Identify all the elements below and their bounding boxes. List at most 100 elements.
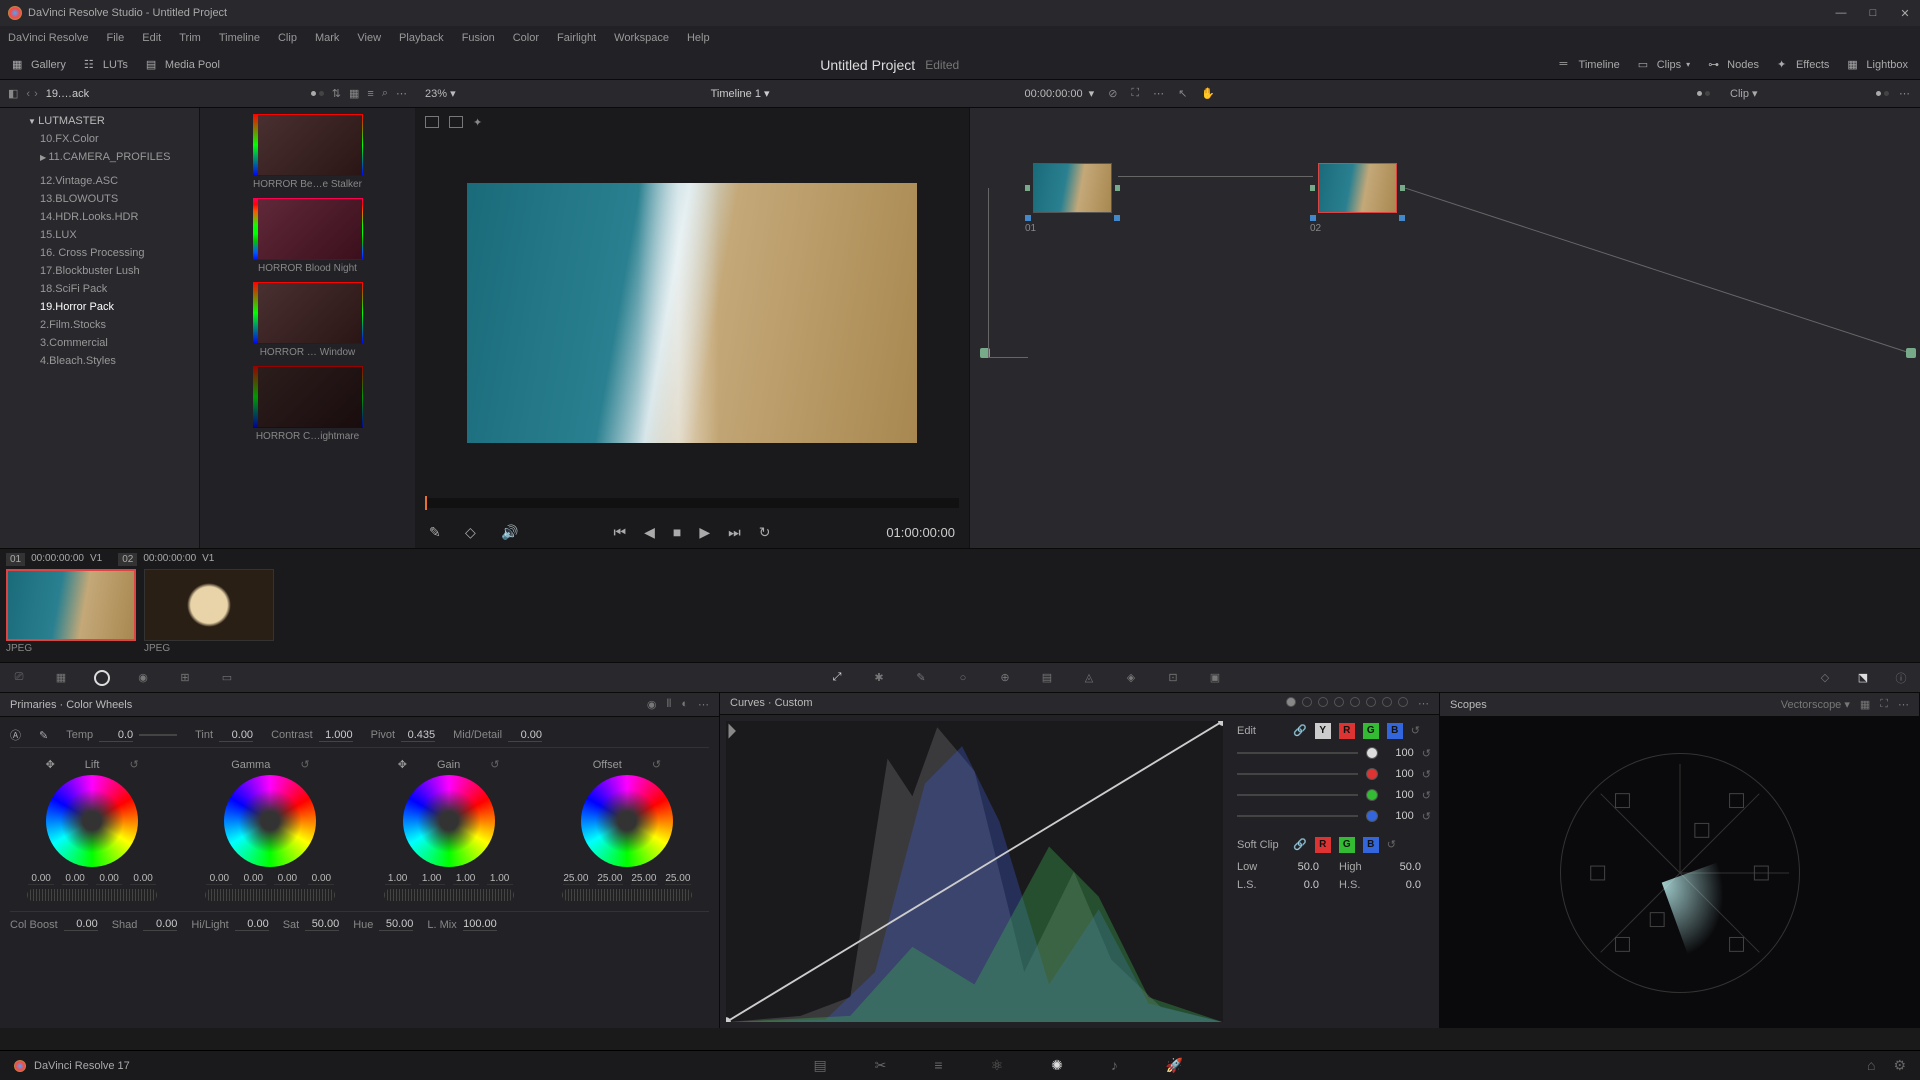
curve-mode-7[interactable]	[1382, 697, 1392, 707]
tree-item[interactable]: 18.SciFi Pack	[0, 280, 199, 298]
tool-hdr[interactable]: ◉	[134, 669, 152, 687]
mute-icon[interactable]: 🔊	[501, 524, 518, 541]
sat-value[interactable]: 50.00	[305, 918, 339, 931]
tool-blur[interactable]: ◬	[1080, 669, 1098, 687]
minimize-button[interactable]: —	[1834, 6, 1848, 20]
hand-icon[interactable]: ✋	[1201, 87, 1215, 100]
effects-button[interactable]: ✦Effects	[1777, 58, 1829, 72]
node-01[interactable]: 01	[1025, 163, 1120, 234]
tool-magic-mask[interactable]: ▤	[1038, 669, 1056, 687]
clip-thumb-1[interactable]	[6, 569, 136, 641]
tool-sizing[interactable]: ⊡	[1164, 669, 1182, 687]
page-edit[interactable]: ≡	[934, 1057, 942, 1074]
reset-b[interactable]: ↺	[1422, 810, 1431, 823]
tool-keyframe[interactable]: ◇	[1816, 669, 1834, 687]
magic-wand-icon[interactable]: ✦	[473, 116, 482, 129]
menu-color[interactable]: Color	[513, 32, 539, 44]
lightbox-button[interactable]: ▦Lightbox	[1847, 58, 1908, 72]
search-icon[interactable]: ⌕	[382, 87, 388, 100]
list-view-icon[interactable]: ≡	[367, 88, 373, 100]
menu-playback[interactable]: Playback	[399, 32, 444, 44]
pointer-icon[interactable]: ↖	[1178, 87, 1187, 100]
expand-icon[interactable]: ⛶	[1131, 87, 1139, 100]
tool-warper[interactable]: ✱	[870, 669, 888, 687]
contrast-value[interactable]: 1.000	[319, 729, 353, 742]
gain-wheel[interactable]	[403, 775, 495, 867]
page-fairlight[interactable]: ♪	[1111, 1057, 1118, 1074]
sc-reset[interactable]: ↺	[1387, 838, 1396, 851]
hilite-value[interactable]: 0.00	[235, 918, 269, 931]
sidebar-toggle-icon[interactable]: ◧	[8, 87, 18, 100]
menu-help[interactable]: Help	[687, 32, 710, 44]
gamma-wheel[interactable]	[224, 775, 316, 867]
slider-r[interactable]	[1237, 773, 1358, 775]
nav-back-button[interactable]: ‹	[26, 88, 30, 100]
tool-3d[interactable]: ▣	[1206, 669, 1224, 687]
wheels-mode-icon[interactable]: ◉	[647, 698, 657, 711]
edit-y-button[interactable]: Y	[1315, 723, 1331, 739]
luts-button[interactable]: ☷LUTs	[84, 58, 128, 72]
timecode-display[interactable]: 00:00:00:00 ▾	[1025, 87, 1095, 100]
tree-item[interactable]: 15.LUX	[0, 226, 199, 244]
tint-value[interactable]: 0.00	[219, 729, 253, 742]
middetail-value[interactable]: 0.00	[508, 729, 542, 742]
node-mode-selector[interactable]: Clip ▾	[1730, 87, 1758, 100]
auto-balance-icon[interactable]: Ⓐ	[10, 727, 21, 743]
tree-item[interactable]: 10.FX.Color	[0, 130, 199, 148]
curve-mode-5[interactable]	[1350, 697, 1360, 707]
tree-item[interactable]: 2.Film.Stocks	[0, 316, 199, 334]
menu-trim[interactable]: Trim	[179, 32, 201, 44]
step-back-button[interactable]: ◀	[644, 524, 655, 541]
tool-curves[interactable]: ⤢	[828, 669, 846, 687]
tool-tracker[interactable]: ⊕	[996, 669, 1014, 687]
hs-value[interactable]: 0.0	[1393, 879, 1421, 891]
edit-r-button[interactable]: R	[1339, 723, 1355, 739]
tree-item[interactable]: 4.Bleach.Styles	[0, 352, 199, 370]
primaries-more-icon[interactable]: ⋯	[698, 698, 709, 711]
more-icon[interactable]: ⋯	[396, 87, 407, 100]
offset-jog[interactable]	[562, 889, 692, 901]
slider-b[interactable]	[1237, 815, 1358, 817]
gamma-reset[interactable]: ↺	[300, 758, 309, 771]
tag-icon[interactable]: ◇	[465, 524, 476, 541]
ls-value[interactable]: 0.0	[1291, 879, 1319, 891]
menu-file[interactable]: File	[107, 32, 125, 44]
gain-reset[interactable]: ↺	[490, 758, 499, 771]
curves-more-icon[interactable]: ⋯	[1418, 697, 1429, 710]
lut-item[interactable]: HORROR Be…e Stalker	[206, 114, 409, 190]
tree-item[interactable]: 13.BLOWOUTS	[0, 190, 199, 208]
settings-icon[interactable]: ⚙	[1893, 1057, 1906, 1074]
high-value[interactable]: 50.0	[1393, 861, 1421, 873]
loop-button[interactable]: ↻	[759, 524, 771, 541]
sc-r-button[interactable]: R	[1315, 837, 1331, 853]
bypass-icon[interactable]: ⊘	[1108, 87, 1117, 100]
scope-layout-icon[interactable]: ▦	[1860, 698, 1870, 711]
lut-item[interactable]: HORROR C…ightmare	[206, 366, 409, 442]
viewer-image[interactable]	[467, 183, 917, 443]
menu-workspace[interactable]: Workspace	[614, 32, 669, 44]
tree-item[interactable]: 17.Blockbuster Lush	[0, 262, 199, 280]
tool-window[interactable]: ○	[954, 669, 972, 687]
play-button[interactable]: ▶	[699, 524, 710, 541]
reset-w[interactable]: ↺	[1422, 747, 1431, 760]
tree-root[interactable]: LUTMASTER	[0, 112, 199, 130]
grid-view-icon[interactable]: ▦	[349, 87, 359, 100]
tool-color-match[interactable]: ▦	[52, 669, 70, 687]
pivot-value[interactable]: 0.435	[401, 729, 435, 742]
edit-reset[interactable]: ↺	[1411, 724, 1420, 737]
lift-wheel[interactable]	[46, 775, 138, 867]
prev-clip-button[interactable]: ⏮	[614, 524, 627, 541]
node-graph[interactable]: 01 02	[970, 108, 1920, 548]
slider-g[interactable]	[1237, 794, 1358, 796]
tool-motion[interactable]: ▭	[218, 669, 236, 687]
sc-b-button[interactable]: B	[1363, 837, 1379, 853]
nodes-button[interactable]: ⊶Nodes	[1708, 58, 1759, 72]
menu-timeline[interactable]: Timeline	[219, 32, 260, 44]
page-media[interactable]: ▤	[813, 1057, 826, 1074]
page-fusion[interactable]: ⚛	[991, 1057, 1004, 1074]
offset-reset[interactable]: ↺	[652, 758, 661, 771]
softclip-link-icon[interactable]: 🔗	[1293, 838, 1307, 851]
tree-item[interactable]: 14.HDR.Looks.HDR	[0, 208, 199, 226]
lut-item[interactable]: HORROR … Window	[206, 282, 409, 358]
slider-w[interactable]	[1237, 752, 1358, 754]
